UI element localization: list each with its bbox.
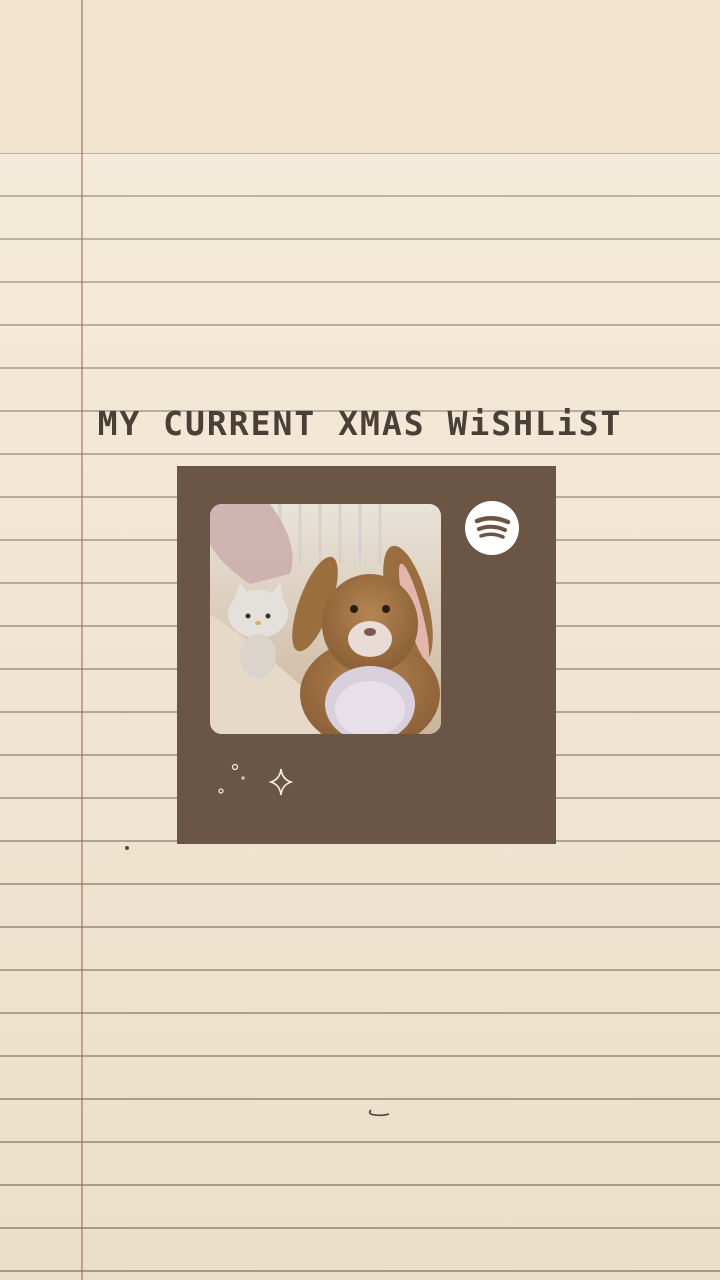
spotify-card[interactable]	[177, 466, 556, 844]
spotify-icon[interactable]	[465, 501, 519, 555]
paper-speck	[125, 846, 129, 850]
paper-scribble	[368, 1109, 390, 1117]
page-title: MY CURRENT XMAS WiSHLiST	[97, 404, 623, 443]
album-cover-image	[210, 504, 441, 734]
paper-top-band	[0, 0, 720, 153]
sparkle-icon	[218, 763, 294, 796]
paper-margin-line	[81, 0, 83, 1280]
